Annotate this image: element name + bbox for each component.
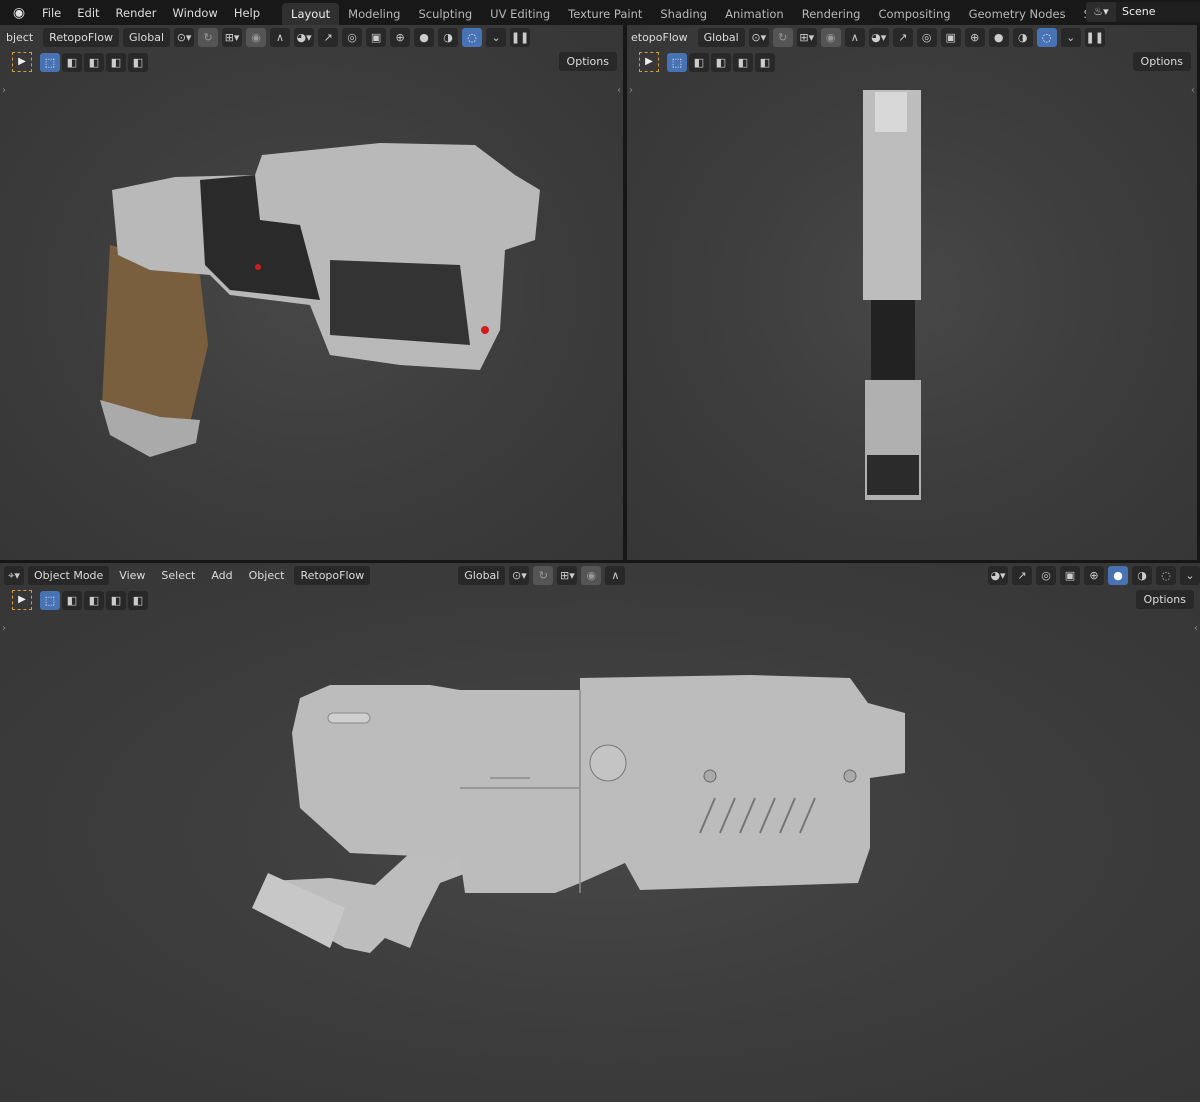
gun-magazine-base (867, 455, 919, 495)
gun-model[interactable] (0, 563, 1200, 1102)
tab-rendering[interactable]: Rendering (793, 3, 870, 25)
tab-compositing[interactable]: Compositing (869, 3, 959, 25)
viewport-top-left[interactable]: bject RetopoFlow Global ⊙▾ ↻ ⊞▾ ◉ ∧ ◕▾ ↗ ◎ ▣ ⊕ ● ◑ ◌ ⌄ ❚❚… (0, 25, 623, 560)
gun-dial (589, 744, 627, 782)
gun-model[interactable] (0, 25, 623, 560)
tab-animation[interactable]: Animation (716, 3, 793, 25)
viewport-bottom[interactable]: ⌖▾ Object Mode View Select Add Object RetopoFl… (0, 563, 1200, 1102)
gun-muzzle (875, 92, 907, 132)
menu-edit[interactable]: Edit (69, 6, 107, 20)
tab-uv-editing[interactable]: UV Editing (481, 3, 559, 25)
gun-screw (843, 769, 857, 783)
tab-sculpting[interactable]: Sculpting (409, 3, 481, 25)
tab-layout[interactable]: Layout (282, 3, 340, 25)
scene-selector[interactable]: ♨▾ Scene (1086, 2, 1200, 22)
tab-shading[interactable]: Shading (651, 3, 716, 25)
gun-red-light (255, 264, 261, 270)
workspace-tabs: Layout Modeling Sculpting UV Editing Texture… (282, 0, 1167, 25)
menu-window[interactable]: Window (164, 6, 225, 20)
gun-body (292, 675, 905, 893)
viewport-top-right[interactable]: etopoFlow Global ⊙▾ ↻ ⊞▾ ◉ ∧ ◕▾ ↗ ◎ ▣ ⊕ ● ◑ ◌ ⌄ ❚❚ ▶ ⬚ ◧ ◧ ◧ ◧… (627, 25, 1197, 560)
gun-screw (703, 769, 717, 783)
gun-vents (330, 260, 470, 345)
blender-logo-icon[interactable]: ◉ (10, 4, 28, 22)
gun-slot (327, 712, 371, 724)
gun-frame-top (871, 300, 915, 380)
tab-geometry-nodes[interactable]: Geometry Nodes (960, 3, 1075, 25)
menu-help[interactable]: Help (226, 6, 268, 20)
tab-modeling[interactable]: Modeling (339, 3, 409, 25)
gun-model[interactable] (627, 25, 1197, 560)
scene-name[interactable]: Scene (1116, 2, 1200, 22)
top-bar: ◉ File Edit Render Window Help Layout Mod… (0, 0, 1200, 25)
tab-texture-paint[interactable]: Texture Paint (559, 3, 651, 25)
menu-render[interactable]: Render (108, 6, 165, 20)
menu-file[interactable]: File (34, 6, 69, 20)
gun-red-light (481, 326, 489, 334)
scene-icon[interactable]: ♨▾ (1086, 2, 1116, 22)
